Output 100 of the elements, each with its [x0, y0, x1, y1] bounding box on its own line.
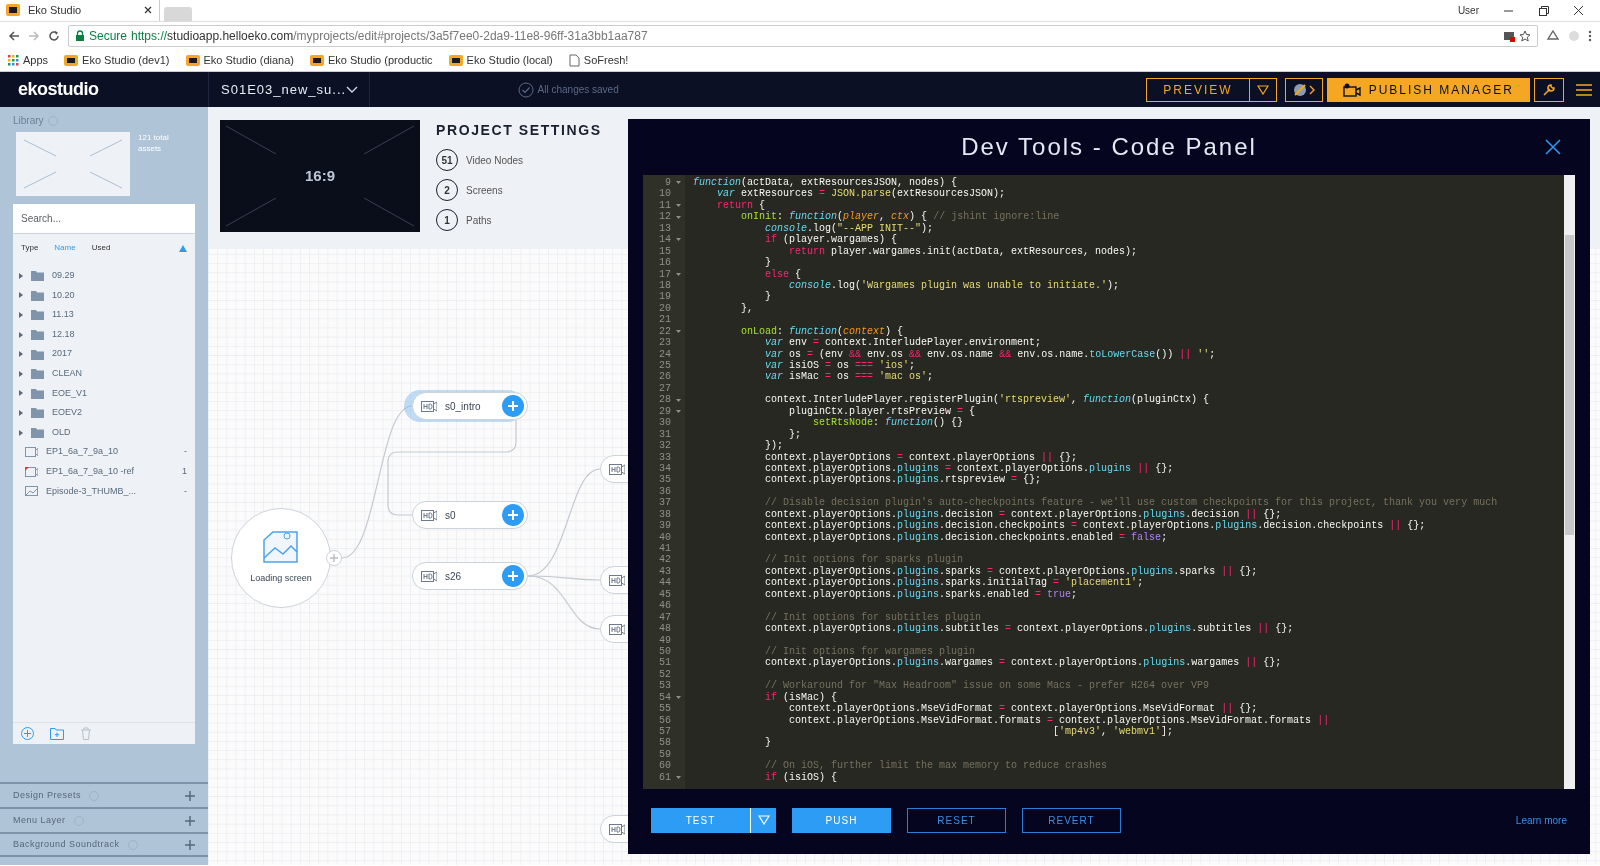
sort-column-tab[interactable]: Type: [21, 242, 39, 254]
save-status: All changes saved: [537, 83, 619, 97]
folder-icon: [31, 329, 44, 341]
code-line: };: [788, 428, 802, 441]
expand-caret-icon[interactable]: [19, 312, 23, 318]
code-line: onInit: function(player, ctx) { // jshint ignore:line: [740, 211, 1060, 223]
code-line: if (isiOS) {: [764, 771, 838, 784]
sort-ascending-icon[interactable]: [179, 244, 187, 252]
menu-icon[interactable]: [1576, 83, 1592, 96]
wrench-button[interactable]: [1534, 77, 1564, 102]
expand-caret-icon[interactable]: [19, 292, 23, 299]
fold-caret-icon[interactable]: [675, 181, 681, 185]
code-line: ['mp4v3', 'webmv1'];: [1052, 726, 1174, 738]
back-arrow-icon[interactable]: [8, 30, 20, 42]
fold-caret-icon[interactable]: [675, 238, 681, 242]
library-item[interactable]: CLEAN: [13, 363, 195, 384]
sort-column-tab[interactable]: Used: [91, 242, 111, 254]
dev-tools-button[interactable]: [1284, 77, 1323, 102]
code-line: context.playerOptions.MseVidFormat.formats = context.playerOptions.MseVidFormat.formats ||: [788, 714, 1330, 726]
folder-icon: [31, 368, 44, 380]
library-item[interactable]: EP1_6a_7_9a_10 -ref 1: [13, 461, 195, 482]
expand-caret-icon[interactable]: [19, 370, 23, 377]
preview-button[interactable]: PREVIEW: [1146, 77, 1250, 102]
library-item[interactable]: 2017: [13, 344, 195, 364]
library-item[interactable]: EOE_V1: [13, 383, 195, 404]
code-line: context.playerOptions.plugins = context.playerOptions.plugins || {};: [764, 462, 1174, 475]
add-circle-icon[interactable]: [21, 727, 34, 740]
bookmark-link[interactable]: Apps: [8, 52, 49, 69]
fold-caret-icon[interactable]: [675, 695, 681, 699]
bookmark-link[interactable]: Eko Studio (productic: [310, 52, 433, 69]
plus-icon: [508, 571, 518, 581]
dropdown-button[interactable]: [750, 807, 776, 833]
code-line: context.InterludePlayer.registerPlugin('rtspreview', function(pluginCtx) {: [764, 394, 1210, 406]
plus-icon: [330, 554, 338, 562]
bookmark-link[interactable]: SoFresh!: [568, 52, 629, 69]
library-item[interactable]: Episode-3_THUMB_... -: [13, 481, 195, 502]
caret-icon: [757, 815, 770, 825]
close-icon[interactable]: [1545, 139, 1561, 155]
fold-caret-icon[interactable]: [675, 409, 681, 413]
panel-button[interactable]: REVERT: [1022, 807, 1121, 833]
video-node[interactable]: s0_intro: [412, 392, 528, 420]
plus-icon[interactable]: [185, 790, 195, 801]
code-line: // Init options for sparks plugin: [764, 554, 964, 566]
library-item[interactable]: 12.18: [13, 324, 195, 345]
menu-icon[interactable]: [1588, 30, 1592, 42]
code-line: console.log("--APP INIT--");: [764, 222, 934, 234]
loading-screen-node[interactable]: Loading screen: [231, 508, 331, 608]
restore-icon[interactable]: [1538, 5, 1549, 16]
address-bar[interactable]: Secure https://studioapp.helloeko.com/myprojects/edit#projects/3a5f7ee0-2da9-11e8-96ff-31a3bb1aa787: [68, 25, 1538, 47]
code-line: else {: [764, 268, 802, 280]
sidebar-section[interactable]: Background Soundtrack: [0, 832, 208, 857]
expand-caret-icon[interactable]: [19, 331, 23, 338]
plus-icon[interactable]: [185, 815, 195, 826]
expand-caret-icon[interactable]: [19, 351, 23, 358]
code-editor[interactable]: [643, 175, 1575, 789]
add-node-button[interactable]: [502, 395, 524, 417]
plus-icon[interactable]: [185, 839, 195, 850]
expand-caret-icon[interactable]: [19, 429, 23, 436]
learn-more-link[interactable]: Learn more: [1515, 812, 1567, 828]
publish-manager-button[interactable]: PUBLISH MANAGER: [1326, 77, 1530, 102]
code-line: context.playerOptions.plugins.decision = context.playerOptions.plugins.decision || {};: [764, 508, 1282, 520]
fold-caret-icon[interactable]: [675, 329, 681, 333]
fold-caret-icon[interactable]: [675, 775, 681, 779]
close-icon[interactable]: [143, 5, 153, 15]
expand-caret-icon[interactable]: [19, 272, 23, 279]
bookmark-link[interactable]: Eko Studio (local): [448, 52, 553, 69]
code-line: context.playerOptions.plugins.wargames = context.playerOptions.plugins.wargames || {};: [764, 657, 1282, 669]
add-node-button[interactable]: [502, 565, 524, 587]
fold-caret-icon[interactable]: [675, 204, 681, 208]
fold-caret-icon[interactable]: [675, 272, 681, 276]
search-field[interactable]: Search...: [13, 204, 195, 234]
video-icon: [609, 823, 625, 835]
app-logo[interactable]: ekostudio: [0, 76, 208, 103]
fold-caret-icon[interactable]: [675, 215, 681, 219]
scrollbar-thumb[interactable]: [1565, 235, 1574, 535]
panel-button[interactable]: RESET: [907, 807, 1006, 833]
favicon-icon: [64, 54, 79, 67]
video-node[interactable]: s0: [412, 501, 528, 529]
new-folder-icon[interactable]: [50, 727, 64, 740]
close-icon[interactable]: [1573, 5, 1584, 16]
reload-icon[interactable]: [48, 30, 60, 42]
library-item[interactable]: EP1_6a_7_9a_10 -: [13, 442, 195, 462]
video-node[interactable]: s26: [412, 562, 528, 590]
bookmark-link[interactable]: Eko Studio (diana): [185, 52, 294, 69]
expand-caret-icon[interactable]: [19, 390, 23, 397]
code-line: var isiOS = os === 'ios';: [764, 360, 916, 371]
library-item[interactable]: OLD: [13, 422, 195, 443]
library-item[interactable]: 10.20: [13, 285, 195, 306]
scrollbar[interactable]: [1564, 175, 1575, 789]
bookmark-link[interactable]: Eko Studio (dev1): [64, 52, 170, 69]
code-line: context.playerOptions.plugins.sparks = context.playerOptions.plugins.sparks || {};: [764, 565, 1258, 577]
library-item[interactable]: 11.13: [13, 305, 195, 325]
library-item[interactable]: 09.29: [13, 266, 195, 286]
library-item[interactable]: EOEV2: [13, 403, 195, 423]
star-icon[interactable]: [1519, 30, 1531, 42]
video-icon: [421, 509, 437, 521]
fold-caret-icon[interactable]: [675, 398, 681, 402]
expand-caret-icon[interactable]: [19, 409, 23, 416]
preview-dropdown-button[interactable]: [1249, 77, 1277, 102]
add-node-button[interactable]: [502, 504, 524, 526]
